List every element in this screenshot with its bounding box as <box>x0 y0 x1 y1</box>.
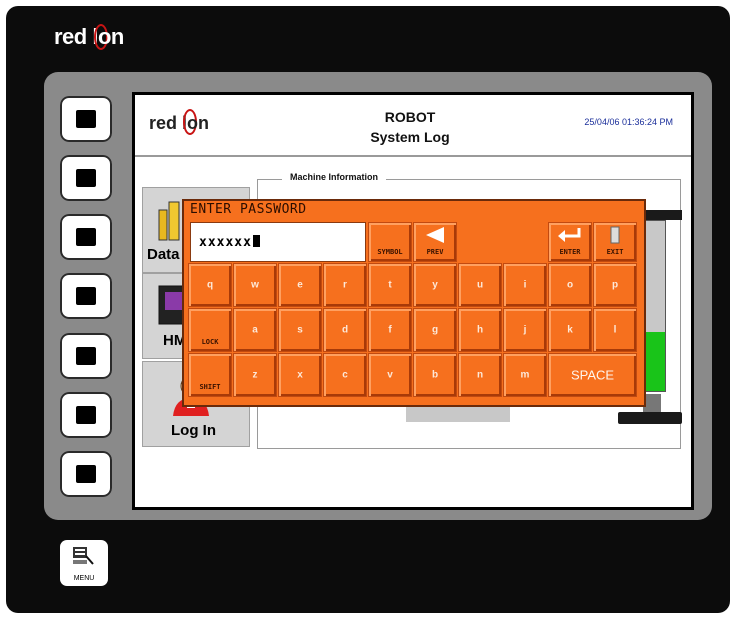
level-gauge-fill <box>643 331 665 391</box>
text-cursor <box>252 235 260 247</box>
function-key-2[interactable] <box>60 155 112 201</box>
function-key-3[interactable] <box>60 214 112 260</box>
key-d[interactable]: d <box>323 308 367 352</box>
key-k[interactable]: k <box>548 308 592 352</box>
password-input[interactable]: xxxxxx <box>190 222 366 262</box>
key-u[interactable]: u <box>458 263 502 307</box>
keypad-title: ENTER PASSWORD <box>190 202 307 217</box>
password-keypad: ENTER PASSWORD xxxxxx SYMBOL PREV ENTER … <box>182 199 646 407</box>
key-l[interactable]: l <box>593 308 637 352</box>
key-c[interactable]: c <box>323 353 367 397</box>
password-value: xxxxxx <box>199 235 260 250</box>
key-w[interactable]: w <box>233 263 277 307</box>
nav-data-label: Data <box>147 246 180 263</box>
screen-header: red lon ROBOT System Log 25/04/06 01:36:… <box>135 95 691 157</box>
hmi-screen: red lon ROBOT System Log 25/04/06 01:36:… <box>132 92 694 510</box>
function-key-4[interactable] <box>60 273 112 319</box>
menu-button[interactable]: MENU <box>60 540 108 586</box>
screen-logo: red lon <box>149 109 209 135</box>
prev-key[interactable]: PREV <box>413 222 457 262</box>
key-j[interactable]: j <box>503 308 547 352</box>
key-b[interactable]: b <box>413 353 457 397</box>
symbol-key[interactable]: SYMBOL <box>368 222 412 262</box>
key-e[interactable]: e <box>278 263 322 307</box>
exit-key[interactable]: EXIT <box>593 222 637 262</box>
menu-label: MENU <box>73 575 95 582</box>
key-n[interactable]: n <box>458 353 502 397</box>
key-a[interactable]: a <box>233 308 277 352</box>
function-key-5[interactable] <box>60 333 112 379</box>
title-line-2: System Log <box>370 129 450 145</box>
key-p[interactable]: p <box>593 263 637 307</box>
key-m[interactable]: m <box>503 353 547 397</box>
gauge-base <box>618 412 682 424</box>
enter-arrow-icon <box>558 228 581 242</box>
key-t[interactable]: t <box>368 263 412 307</box>
datetime-readout: 25/04/06 01:36:24 PM <box>584 117 673 127</box>
title-line-1: ROBOT <box>384 109 436 125</box>
shift-key[interactable]: SHIFT <box>188 353 232 397</box>
device-brand-logo: red lon <box>54 24 124 50</box>
nav-login-label: Log In <box>171 422 216 439</box>
page-title: ROBOT System Log <box>335 107 485 147</box>
machine-info-legend: Machine Information <box>282 172 387 182</box>
key-o[interactable]: o <box>548 263 592 307</box>
key-r[interactable]: r <box>323 263 367 307</box>
key-y[interactable]: y <box>413 263 457 307</box>
exit-door-icon <box>610 226 620 244</box>
key-g[interactable]: g <box>413 308 457 352</box>
key-f[interactable]: f <box>368 308 412 352</box>
space-key[interactable]: SPACE <box>548 353 637 397</box>
menu-icon <box>73 547 94 565</box>
key-z[interactable]: z <box>233 353 277 397</box>
logo-ring-icon <box>93 24 108 50</box>
key-q[interactable]: q <box>188 263 232 307</box>
function-key-1[interactable] <box>60 96 112 142</box>
back-arrow-icon <box>426 227 444 243</box>
function-key-7[interactable] <box>60 451 112 497</box>
enter-key[interactable]: ENTER <box>548 222 592 262</box>
key-v[interactable]: v <box>368 353 412 397</box>
key-x[interactable]: x <box>278 353 322 397</box>
function-key-6[interactable] <box>60 392 112 438</box>
lock-key[interactable]: LOCK <box>188 308 232 352</box>
key-h[interactable]: h <box>458 308 502 352</box>
data-icon <box>158 201 180 241</box>
key-i[interactable]: i <box>503 263 547 307</box>
key-s[interactable]: s <box>278 308 322 352</box>
